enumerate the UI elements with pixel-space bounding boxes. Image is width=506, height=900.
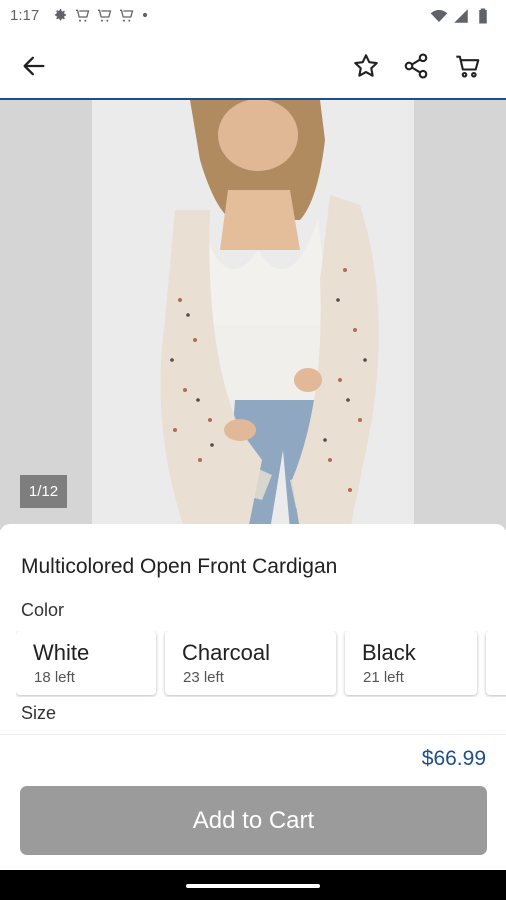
- cart-icon: [76, 9, 90, 22]
- price: $66.99: [421, 747, 486, 770]
- share-icon: [404, 53, 428, 79]
- star-icon: [354, 54, 378, 77]
- status-notification-icons: [52, 7, 150, 23]
- color-option-stock: 21 left: [363, 669, 404, 686]
- cart-button[interactable]: [448, 46, 488, 86]
- color-option-stock: 23 left: [183, 669, 224, 686]
- color-option-black[interactable]: Black 21 left: [345, 631, 477, 695]
- color-option-next[interactable]: [486, 631, 506, 695]
- color-option-charcoal[interactable]: Charcoal 23 left: [165, 631, 336, 695]
- signal-icon: [454, 9, 468, 23]
- color-option-white[interactable]: White 18 left: [16, 631, 156, 695]
- size-label: Size: [21, 703, 57, 723]
- back-arrow-icon: [23, 56, 45, 76]
- dot-icon: [142, 12, 148, 18]
- color-option-stock: 18 left: [34, 669, 75, 686]
- cart-icon: [456, 55, 480, 78]
- model-photo: [160, 100, 379, 530]
- color-option-name: Black: [362, 640, 416, 665]
- back-button[interactable]: [14, 46, 54, 86]
- color-options: White 18 left Charcoal 23 left Black 21 …: [16, 631, 506, 697]
- status-system-icons: [430, 7, 492, 25]
- color-option-name: White: [33, 640, 90, 665]
- share-button[interactable]: [396, 46, 436, 86]
- add-to-cart-button[interactable]: Add to Cart: [20, 786, 487, 855]
- cart-icon: [98, 9, 112, 22]
- color-label: Color: [21, 600, 65, 620]
- cart-icon: [120, 9, 134, 22]
- image-page-counter: 1/12: [20, 475, 67, 508]
- home-gesture-handle[interactable]: [186, 884, 320, 888]
- battery-icon: [479, 8, 487, 24]
- settings-icon: [55, 9, 66, 21]
- product-title: Multicolored Open Front Cardigan: [21, 555, 338, 578]
- app-bar: [0, 32, 506, 100]
- status-time: 1:17: [10, 7, 40, 24]
- product-image[interactable]: [0, 100, 506, 530]
- wifi-icon: [430, 10, 448, 22]
- status-bar: 1:17: [0, 0, 506, 32]
- system-nav-bar: [0, 870, 506, 900]
- favorite-button[interactable]: [346, 46, 386, 86]
- color-option-name: Charcoal: [182, 640, 271, 665]
